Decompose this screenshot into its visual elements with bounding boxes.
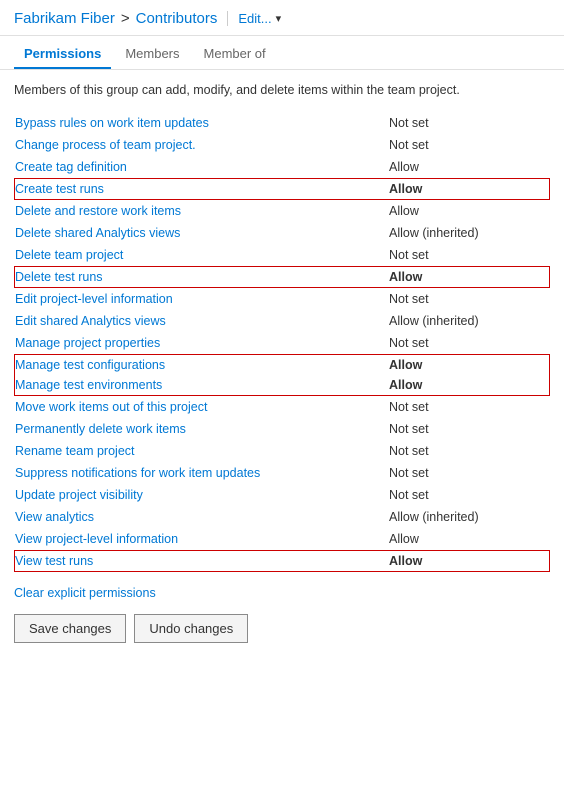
permission-name[interactable]: Permanently delete work items [15,422,389,436]
group-link[interactable]: Contributors [136,10,218,27]
clear-explicit-permissions-link[interactable]: Clear explicit permissions [14,586,156,600]
table-row: Manage test environmentsAllow [15,375,549,395]
permission-name[interactable]: Manage project properties [15,336,389,350]
permission-name[interactable]: Rename team project [15,444,389,458]
table-row: Create test runsAllow [15,179,549,199]
tab-member-of[interactable]: Member of [194,38,276,69]
action-buttons: Save changes Undo changes [14,614,550,643]
table-row: Delete shared Analytics viewsAllow (inhe… [14,222,550,244]
table-row: Bypass rules on work item updatesNot set [14,112,550,134]
edit-dropdown[interactable]: Edit... ▾ [227,11,281,26]
table-row: View project-level informationAllow [14,528,550,550]
permission-name[interactable]: Suppress notifications for work item upd… [15,466,389,480]
page-header: Fabrikam Fiber > Contributors Edit... ▾ [0,0,564,36]
permission-value: Allow [389,532,549,546]
table-row: View analyticsAllow (inherited) [14,506,550,528]
permission-value: Not set [389,422,549,436]
permission-name[interactable]: View project-level information [15,532,389,546]
table-row: Change process of team project.Not set [14,134,550,156]
permission-name[interactable]: Delete team project [15,248,389,262]
table-row: Manage test configurationsAllow [15,355,549,375]
permission-name[interactable]: View test runs [15,554,389,568]
permission-value: Allow [389,554,549,568]
save-button[interactable]: Save changes [14,614,126,643]
permission-value: Not set [389,336,549,350]
permission-name[interactable]: View analytics [15,510,389,524]
permission-value: Not set [389,400,549,414]
permission-name[interactable]: Manage test environments [15,378,389,392]
permission-name[interactable]: Create test runs [15,182,389,196]
table-row: Suppress notifications for work item upd… [14,462,550,484]
table-row: Create tag definitionAllow [14,156,550,178]
breadcrumb-separator: > [121,10,130,27]
group-description: Members of this group can add, modify, a… [14,82,550,100]
org-link[interactable]: Fabrikam Fiber [14,10,115,27]
permission-value: Allow [389,378,549,392]
tab-members[interactable]: Members [115,38,189,69]
table-row: Manage project propertiesNot set [14,332,550,354]
table-row: Permanently delete work itemsNot set [14,418,550,440]
permission-value: Not set [389,138,549,152]
permission-value: Allow [389,160,549,174]
permission-name[interactable]: Delete and restore work items [15,204,389,218]
permission-name[interactable]: Change process of team project. [15,138,389,152]
tab-permissions[interactable]: Permissions [14,38,111,69]
permission-value: Not set [389,488,549,502]
highlighted-permission-group: Delete test runsAllow [14,266,550,288]
permission-name[interactable]: Create tag definition [15,160,389,174]
chevron-down-icon: ▾ [276,12,282,25]
permission-value: Allow (inherited) [389,226,549,240]
highlighted-permission-group: Manage test configurationsAllowManage te… [14,354,550,396]
edit-label: Edit... [238,11,271,26]
permission-value: Not set [389,292,549,306]
table-row: Edit project-level informationNot set [14,288,550,310]
permissions-list: Bypass rules on work item updatesNot set… [14,112,550,572]
permission-name[interactable]: Edit project-level information [15,292,389,306]
permission-name[interactable]: Delete shared Analytics views [15,226,389,240]
main-content: Members of this group can add, modify, a… [0,70,564,655]
permission-value: Not set [389,248,549,262]
permission-value: Allow [389,358,549,372]
permission-value: Allow [389,204,549,218]
tab-bar: Permissions Members Member of [0,38,564,70]
permission-name[interactable]: Bypass rules on work item updates [15,116,389,130]
permission-name[interactable]: Delete test runs [15,270,389,284]
permission-value: Allow [389,270,549,284]
permission-name[interactable]: Move work items out of this project [15,400,389,414]
permission-value: Allow [389,182,549,196]
permission-name[interactable]: Edit shared Analytics views [15,314,389,328]
highlighted-permission-group: Create test runsAllow [14,178,550,200]
table-row: Delete test runsAllow [15,267,549,287]
permission-name[interactable]: Manage test configurations [15,358,389,372]
highlighted-permission-group: View test runsAllow [14,550,550,572]
table-row: Move work items out of this projectNot s… [14,396,550,418]
permission-value: Not set [389,116,549,130]
table-row: Delete team projectNot set [14,244,550,266]
table-row: Delete and restore work itemsAllow [14,200,550,222]
permission-name[interactable]: Update project visibility [15,488,389,502]
table-row: Rename team projectNot set [14,440,550,462]
table-row: Update project visibilityNot set [14,484,550,506]
permission-value: Not set [389,444,549,458]
table-row: Edit shared Analytics viewsAllow (inheri… [14,310,550,332]
table-row: View test runsAllow [15,551,549,571]
permission-value: Allow (inherited) [389,314,549,328]
permission-value: Not set [389,466,549,480]
undo-button[interactable]: Undo changes [134,614,248,643]
permission-value: Allow (inherited) [389,510,549,524]
